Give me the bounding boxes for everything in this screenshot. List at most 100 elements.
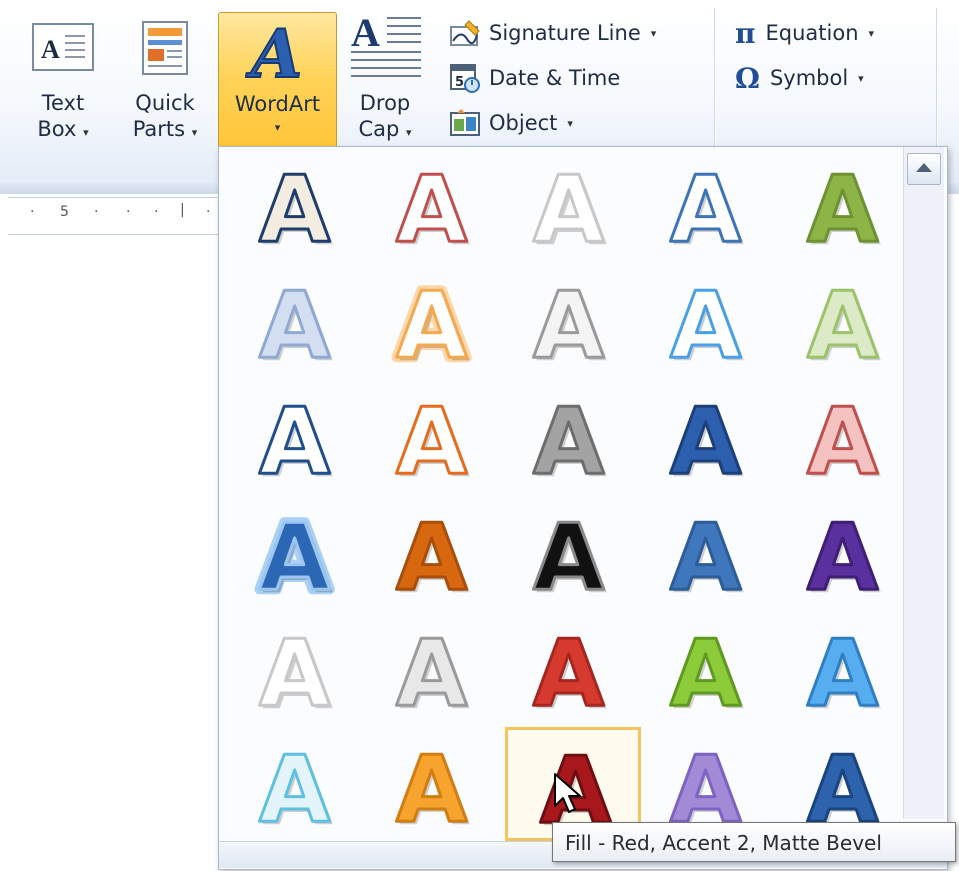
equation-button[interactable]: π Equation ▾ — [735, 16, 874, 50]
wordart-style-10[interactable]: AA — [783, 267, 903, 377]
wordart-style-7[interactable]: AAA — [372, 267, 492, 377]
wordart-letter-icon: AA — [395, 741, 471, 833]
wordart-letter: A — [533, 625, 604, 717]
wordart-letter-icon: AA — [806, 161, 882, 253]
quick-parts-label-line1: Quick — [135, 91, 195, 115]
calendar-icon: 5 — [448, 63, 482, 93]
style-tooltip: Fill - Red, Accent 2, Matte Bevel — [552, 822, 956, 862]
svg-text:A: A — [245, 19, 302, 85]
gallery-scrollbar[interactable] — [903, 147, 944, 819]
wordart-letter-icon: AA — [669, 277, 745, 369]
chevron-down-icon: ▾ — [567, 116, 573, 130]
wordart-letter-icon: AA — [258, 277, 334, 369]
wordart-letter-icon: AAA — [254, 509, 335, 601]
object-button[interactable]: Object ▾ — [448, 106, 573, 140]
chevron-down-icon: ▾ — [274, 121, 281, 134]
wordart-letter-icon: AA — [258, 393, 334, 485]
wordart-letter: A — [259, 509, 330, 601]
wordart-style-22[interactable]: AA — [372, 615, 492, 725]
wordart-style-8[interactable]: AA — [509, 267, 629, 377]
wordart-style-25[interactable]: AA — [783, 615, 903, 725]
wordart-style-16[interactable]: AAA — [235, 499, 355, 609]
text-box-icon: A — [27, 20, 99, 76]
drop-cap-label-line1: Drop — [359, 91, 411, 115]
wordart-style-1[interactable]: AA — [235, 151, 355, 261]
wordart-letter: A — [670, 625, 741, 717]
wordart-gallery-dropdown: AAAAAAAAAAAAAAAAAAAAAAAAAAAAAAAAAAAAAAAA… — [218, 146, 948, 870]
wordart-letter-icon: AA — [806, 741, 882, 833]
symbol-button[interactable]: Ω Symbol ▾ — [735, 61, 864, 95]
wordart-style-2[interactable]: AA — [372, 151, 492, 261]
date-time-button[interactable]: 5 Date & Time — [448, 61, 620, 95]
wordart-letter-icon: AA — [532, 625, 608, 717]
wordart-button[interactable]: A WordArt ▾ — [218, 12, 337, 148]
wordart-letter: A — [259, 741, 330, 833]
chevron-down-icon: ▾ — [858, 71, 864, 85]
wordart-letter-icon: AA — [395, 393, 471, 485]
ruler-tick: · — [154, 204, 159, 220]
ruler-tick: · — [94, 204, 99, 220]
wordart-style-14[interactable]: AA — [646, 383, 766, 493]
wordart-letter: A — [533, 277, 604, 369]
wordart-letter-icon: AA — [669, 161, 745, 253]
equation-label: Equation — [765, 21, 859, 45]
pi-icon: π — [735, 16, 756, 50]
chevron-down-icon: ▾ — [83, 126, 89, 139]
wordart-letter: A — [670, 393, 741, 485]
wordart-letter: A — [259, 277, 330, 369]
wordart-style-23[interactable]: AA — [509, 615, 629, 725]
object-label: Object — [489, 111, 558, 135]
wordart-style-6[interactable]: AA — [235, 267, 355, 377]
wordart-style-9[interactable]: AA — [646, 267, 766, 377]
wordart-letter: A — [807, 393, 878, 485]
ruler-number: 5 — [60, 204, 69, 220]
wordart-letter-icon: AA — [258, 625, 334, 717]
wordart-style-4[interactable]: AA — [646, 151, 766, 261]
wordart-style-3[interactable]: AA — [509, 151, 629, 261]
signature-line-button[interactable]: Signature Line ▾ — [448, 16, 656, 50]
wordart-style-19[interactable]: AA — [646, 499, 766, 609]
wordart-letter: A — [807, 509, 878, 601]
wordart-style-15[interactable]: AA — [783, 383, 903, 493]
wordart-letter: A — [259, 161, 330, 253]
ruler-tick: · — [126, 204, 131, 220]
wordart-style-11[interactable]: AA — [235, 383, 355, 493]
wordart-letter: A — [670, 161, 741, 253]
wordart-letter-icon: AA — [395, 509, 471, 601]
ruler-tick: · — [30, 204, 35, 220]
text-box-label-line2: Box ▾ — [37, 117, 89, 141]
text-box-button[interactable]: A Text Box ▾ — [18, 14, 108, 144]
wordart-style-27[interactable]: AA — [372, 731, 492, 841]
wordart-style-26[interactable]: AA — [235, 731, 355, 841]
wordart-style-13[interactable]: AA — [509, 383, 629, 493]
wordart-label: WordArt — [234, 92, 321, 116]
wordart-letter-icon: AA — [806, 277, 882, 369]
chevron-down-icon: ▾ — [650, 26, 657, 40]
wordart-style-20[interactable]: AA — [783, 499, 903, 609]
chevron-down-icon: ▾ — [406, 126, 412, 139]
wordart-letter-icon: AA — [532, 161, 608, 253]
wordart-letter: A — [259, 625, 330, 717]
wordart-style-24[interactable]: AA — [646, 615, 766, 725]
chevron-down-icon: ▾ — [868, 26, 875, 40]
wordart-letter-icon: AA — [669, 625, 745, 717]
wordart-letter-icon: AA — [806, 625, 882, 717]
horizontal-ruler[interactable]: · 5 · · · | · — [8, 197, 218, 235]
chevron-down-icon: ▾ — [191, 126, 198, 139]
wordart-style-5[interactable]: AA — [783, 151, 903, 261]
wordart-letter-icon: AA — [806, 393, 882, 485]
wordart-letter: A — [533, 509, 604, 601]
quick-parts-button[interactable]: Quick Parts ▾ — [120, 14, 210, 144]
wordart-style-12[interactable]: AA — [372, 383, 492, 493]
wordart-letter: A — [396, 393, 467, 485]
wordart-style-18[interactable]: AA — [509, 499, 629, 609]
wordart-style-17[interactable]: AA — [372, 499, 492, 609]
svg-text:A: A — [41, 35, 60, 64]
drop-cap-button[interactable]: A Drop Cap ▾ — [342, 10, 428, 146]
wordart-letter: A — [807, 277, 878, 369]
scroll-up-arrow-icon[interactable] — [907, 153, 941, 185]
ruler-tick: · — [206, 204, 211, 220]
wordart-letter: A — [396, 277, 467, 369]
wordart-style-21[interactable]: AA — [235, 615, 355, 725]
wordart-letter: A — [670, 277, 741, 369]
